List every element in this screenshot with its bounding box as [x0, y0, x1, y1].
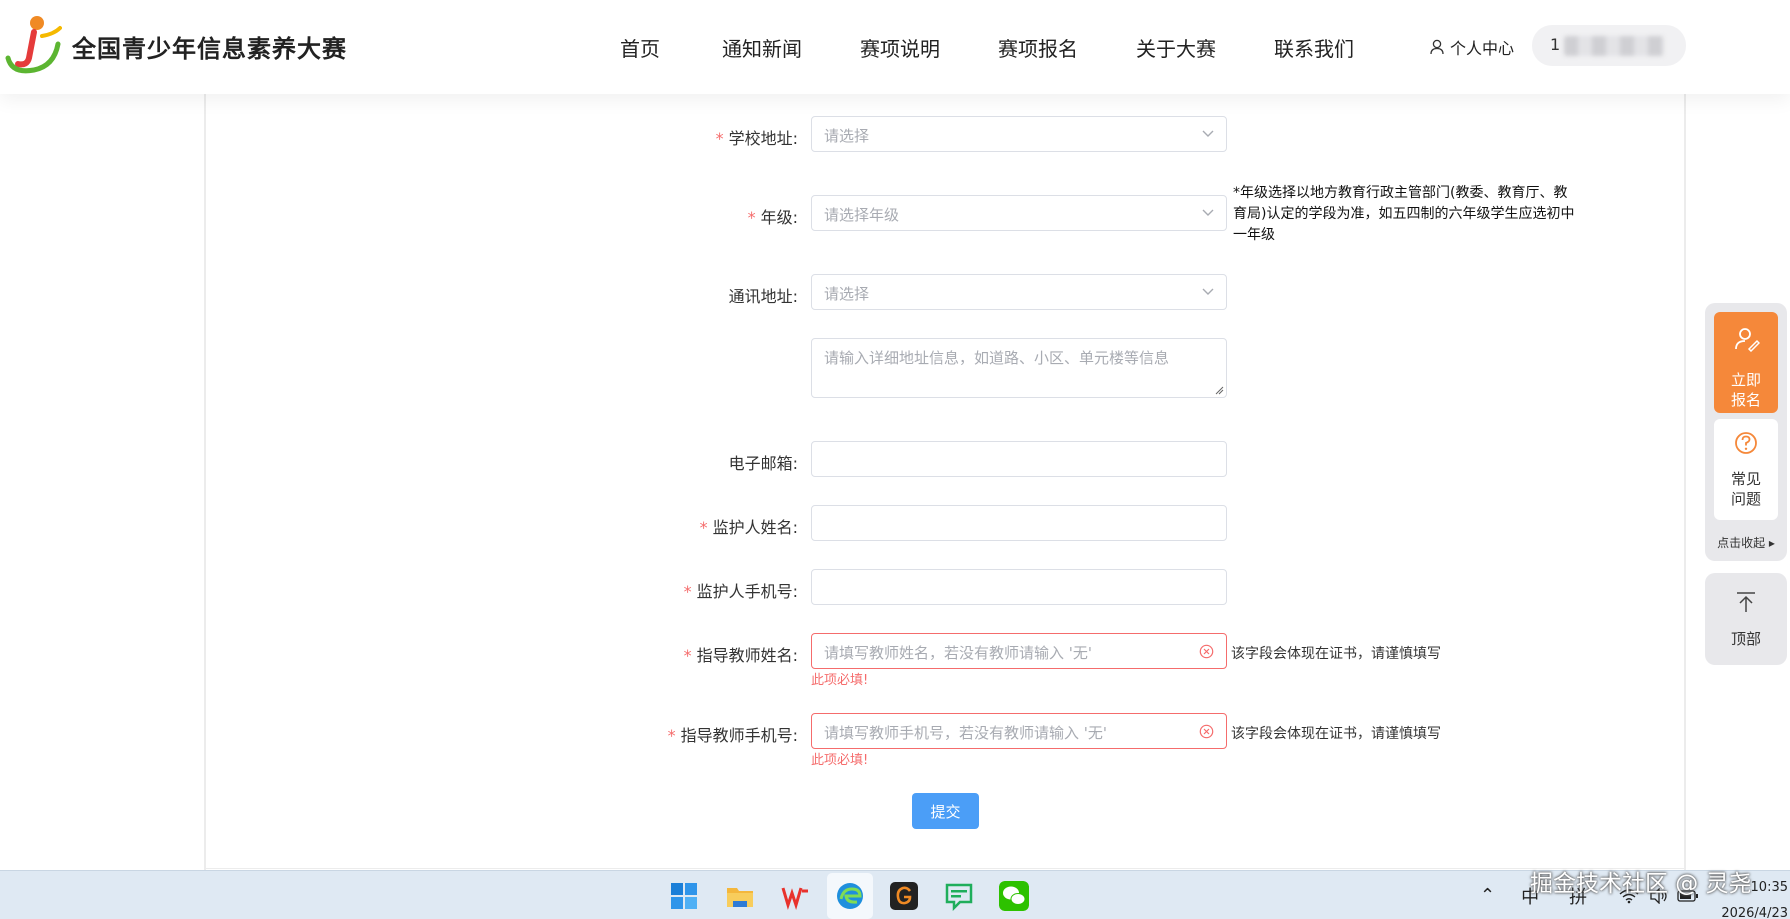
- nav-registration[interactable]: 赛项报名: [998, 33, 1078, 62]
- teacher-name-placeholder: 请填写教师姓名，若没有教师请输入 '无': [824, 644, 1093, 662]
- chevron-down-icon: [1202, 288, 1214, 295]
- panel-bottom-rule: [204, 868, 1686, 869]
- site-header: 全国青少年信息素养大赛 首页 通知新闻 赛项说明 赛项报名 关于大赛 联系我们 …: [0, 0, 1790, 94]
- collapse-toggle[interactable]: 点击收起 ▸: [1705, 534, 1787, 551]
- competition-logo[interactable]: [4, 14, 62, 76]
- os-taskbar: ⌃ 中 拼 10:35 2026/4/23: [0, 870, 1790, 919]
- faq-label: 常见 问题: [1730, 470, 1761, 508]
- user-center-label: 个人中心: [1450, 39, 1515, 58]
- wechat-icon[interactable]: [999, 881, 1029, 911]
- chevron-down-icon: [1202, 130, 1214, 137]
- guardian-name-label: * 监护人姓名:: [699, 518, 798, 537]
- chevron-up-icon[interactable]: ⌃: [1480, 885, 1495, 906]
- grade-select[interactable]: 请选择年级: [811, 195, 1227, 231]
- nav-home[interactable]: 首页: [620, 33, 660, 62]
- email-label: 电子邮箱:: [728, 454, 798, 473]
- grade-placeholder: 请选择年级: [824, 206, 900, 224]
- teacher-name-input[interactable]: 请填写教师姓名，若没有教师请输入 '无': [811, 633, 1227, 669]
- detail-address-placeholder: 请输入详细地址信息，如道路、小区、单元楼等信息: [824, 349, 1170, 367]
- question-icon: [1735, 432, 1757, 454]
- teacher-name-error: 此项必填!: [811, 673, 869, 688]
- teacher-phone-input[interactable]: 请填写教师手机号，若没有教师请输入 '无': [811, 713, 1227, 749]
- clock-date: 2026/4/23: [1721, 906, 1788, 919]
- guardian-name-input[interactable]: [811, 505, 1227, 541]
- teacher-name-label: * 指导教师姓名:: [683, 646, 798, 665]
- user-edit-icon: [1735, 328, 1760, 352]
- grade-label: * 年级:: [747, 208, 798, 227]
- watermark: 掘金技术社区 @ 灵尧: [1530, 871, 1752, 897]
- guardian-phone-label: * 监护人手机号:: [683, 582, 798, 601]
- school-address-label: * 学校地址:: [715, 129, 798, 148]
- resize-grip-icon[interactable]: [1215, 386, 1224, 395]
- error-circle-icon[interactable]: [1199, 644, 1214, 659]
- teacher-phone-hint: 该字段会体现在证书，请谨慎填写: [1231, 726, 1441, 742]
- nav-about[interactable]: 关于大赛: [1136, 33, 1216, 62]
- grade-note: *年级选择以地方教育行政主管部门(教委、教育厅、教育局)认定的学段为准，如五四制…: [1233, 185, 1575, 243]
- teacher-name-hint: 该字段会体现在证书，请谨慎填写: [1231, 646, 1441, 662]
- teacher-phone-error: 此项必填!: [811, 753, 869, 768]
- detail-address-textarea[interactable]: 请输入详细地址信息，如道路、小区、单元楼等信息: [811, 338, 1227, 398]
- signup-now-button[interactable]: 立即 报名: [1714, 312, 1778, 413]
- site-title[interactable]: 全国青少年信息素养大赛: [72, 29, 347, 64]
- school-address-placeholder: 请选择: [824, 127, 870, 145]
- wps-office-icon[interactable]: [780, 881, 810, 911]
- faq-button[interactable]: 常见 问题: [1714, 419, 1778, 520]
- edge-browser-icon[interactable]: [835, 881, 865, 911]
- teacher-phone-placeholder: 请填写教师手机号，若没有教师请输入 '无': [824, 724, 1108, 742]
- teacher-phone-label: * 指导教师手机号:: [667, 726, 798, 745]
- message-app-icon[interactable]: [944, 881, 974, 911]
- account-menu[interactable]: 1: [1532, 25, 1686, 66]
- mail-address-placeholder: 请选择: [824, 285, 870, 303]
- mail-address-label: 通讯地址:: [728, 287, 798, 306]
- back-to-top-button[interactable]: 顶部: [1705, 573, 1787, 665]
- submit-button[interactable]: 提交: [912, 793, 979, 829]
- windows-start-icon[interactable]: [669, 881, 699, 911]
- g-app-icon[interactable]: [889, 881, 919, 911]
- user-icon: [1430, 39, 1444, 55]
- nav-news[interactable]: 通知新闻: [722, 33, 802, 62]
- guardian-phone-input[interactable]: [811, 569, 1227, 605]
- main-nav: 首页 通知新闻 赛项说明 赛项报名 关于大赛 联系我们: [620, 0, 1412, 94]
- chevron-down-icon: [1202, 209, 1214, 216]
- mail-address-select[interactable]: 请选择: [811, 274, 1227, 310]
- signup-label: 立即 报名: [1730, 371, 1761, 409]
- error-circle-icon[interactable]: [1199, 724, 1214, 739]
- back-to-top-label: 顶部: [1730, 630, 1761, 648]
- school-address-select[interactable]: 请选择: [811, 116, 1227, 152]
- account-number: 1: [1550, 35, 1561, 54]
- side-widget: 立即 报名 常见 问题 点击收起 ▸: [1705, 303, 1787, 561]
- email-input[interactable]: [811, 441, 1227, 477]
- file-explorer-icon[interactable]: [725, 881, 755, 911]
- account-blurred: [1564, 36, 1664, 56]
- nav-contact[interactable]: 联系我们: [1274, 33, 1354, 62]
- arrow-up-icon: [1737, 592, 1755, 612]
- nav-events[interactable]: 赛项说明: [860, 33, 940, 62]
- user-center-link[interactable]: 个人中心: [1430, 35, 1514, 59]
